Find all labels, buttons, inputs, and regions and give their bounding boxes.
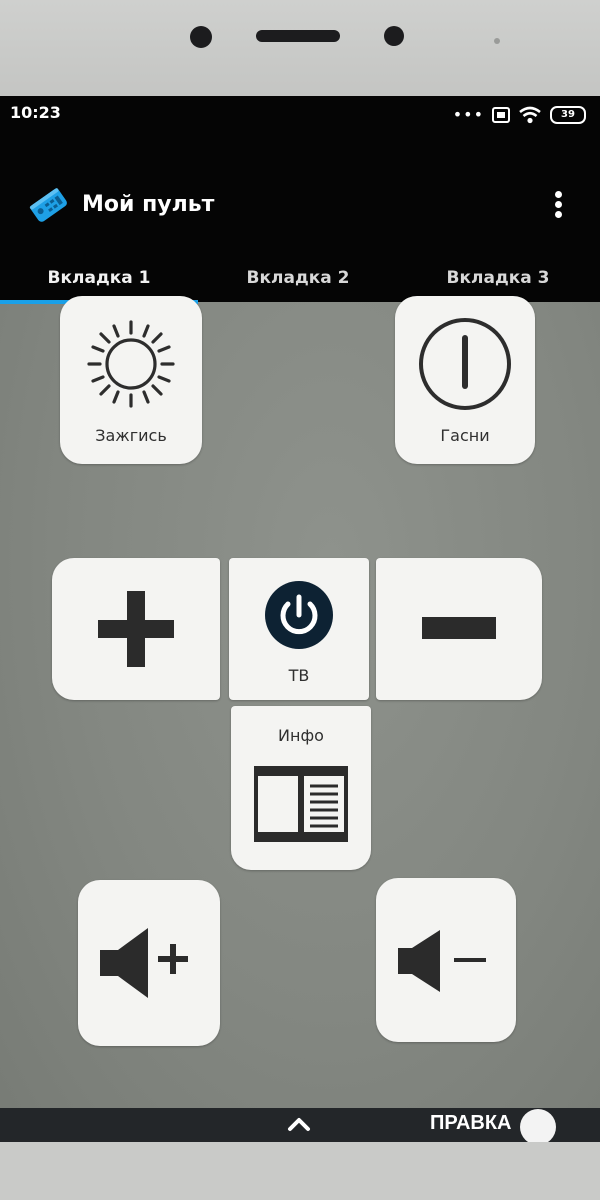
sim-icon bbox=[492, 107, 510, 123]
wifi-icon bbox=[519, 106, 541, 124]
app-bar: Мой пульт Вкладка 1 Вкладка 2 Вкладка 3 bbox=[0, 136, 600, 304]
tab-1-label: Вкладка 1 bbox=[47, 268, 151, 288]
edit-label: ПРАВКА bbox=[430, 1112, 512, 1134]
status-icons: ••• 39 bbox=[453, 106, 586, 124]
power-icon bbox=[265, 581, 333, 649]
phone-bezel-bottom bbox=[0, 1142, 600, 1200]
tv-label: ТВ bbox=[288, 666, 310, 685]
info-label: Инфо bbox=[278, 726, 324, 745]
overflow-menu-icon[interactable] bbox=[548, 188, 568, 228]
tv-power-button[interactable]: ТВ bbox=[229, 558, 369, 700]
volume-up-icon bbox=[100, 928, 188, 998]
light-off-button[interactable]: Гасни bbox=[395, 296, 535, 464]
info-button[interactable]: Инфо bbox=[231, 706, 371, 870]
volume-down-button[interactable] bbox=[376, 878, 516, 1042]
light-off-label: Гасни bbox=[440, 426, 490, 445]
light-on-label: Зажгись bbox=[95, 426, 167, 445]
plus-button[interactable] bbox=[52, 558, 220, 700]
sun-icon bbox=[87, 320, 175, 408]
chevron-up-icon[interactable] bbox=[286, 1115, 312, 1133]
notification-dots-icon: ••• bbox=[452, 105, 484, 124]
battery-indicator: 39 bbox=[550, 106, 586, 124]
remote-control-icon bbox=[29, 188, 67, 222]
screen: 10:23 ••• 39 Мой пульт Вкладка 1 Вкладка… bbox=[0, 96, 600, 1142]
minus-icon bbox=[422, 617, 496, 639]
light-on-button[interactable]: Зажгись bbox=[60, 296, 202, 464]
tab-2-label: Вкладка 2 bbox=[246, 268, 350, 288]
tab-2[interactable]: Вкладка 2 bbox=[198, 254, 398, 302]
volume-up-button[interactable] bbox=[78, 880, 220, 1046]
tab-1[interactable]: Вкладка 1 bbox=[0, 254, 198, 302]
status-time: 10:23 bbox=[10, 103, 61, 122]
proximity-sensor bbox=[384, 26, 404, 46]
minus-button[interactable] bbox=[376, 558, 542, 700]
tab-bar: Вкладка 1 Вкладка 2 Вкладка 3 bbox=[0, 254, 600, 302]
earpiece-speaker bbox=[256, 30, 340, 42]
light-sensor bbox=[494, 38, 500, 44]
plus-icon bbox=[98, 591, 174, 667]
front-camera bbox=[190, 26, 212, 48]
book-icon bbox=[254, 766, 348, 842]
tab-3-label: Вкладка 3 bbox=[446, 268, 550, 288]
power-ring-icon bbox=[419, 318, 511, 410]
status-bar: 10:23 ••• 39 bbox=[0, 96, 600, 136]
bottom-bar: ПРАВКА bbox=[0, 1108, 600, 1142]
edit-toggle[interactable] bbox=[520, 1109, 556, 1142]
volume-down-icon bbox=[398, 930, 486, 992]
tab-3[interactable]: Вкладка 3 bbox=[398, 254, 598, 302]
phone-bezel-top bbox=[0, 0, 600, 96]
app-title: Мой пульт bbox=[82, 192, 215, 217]
